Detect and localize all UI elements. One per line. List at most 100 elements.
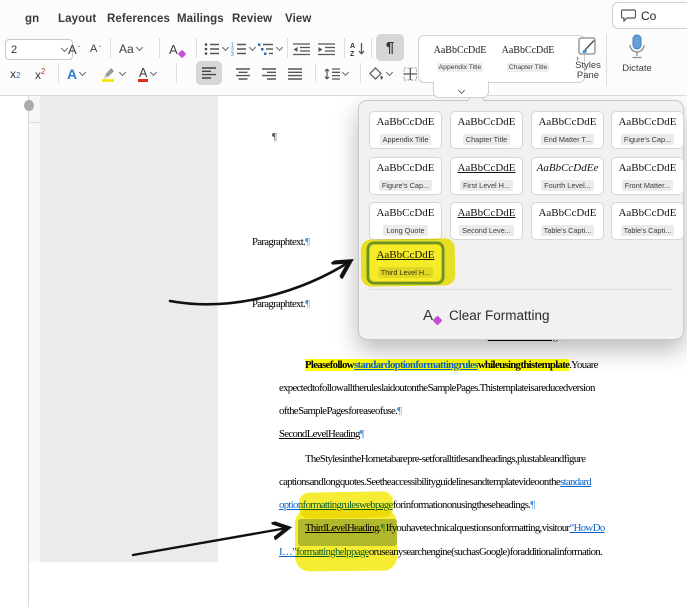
chevron-down-icon — [60, 44, 69, 52]
change-case-button[interactable]: Aa — [119, 38, 143, 60]
dictate-button[interactable]: Dictate — [616, 34, 658, 74]
clear-formatting-label: Clear Formatting — [449, 307, 550, 323]
style-cell-tables-caption-2[interactable]: AaBbCcDdE Table's Capti... — [611, 202, 684, 240]
marker-annotation-doc — [298, 491, 394, 519]
bullets-button[interactable] — [204, 38, 230, 60]
pilcrow-mark: ¶ — [397, 405, 403, 417]
body-line[interactable]: expected to follow all the rules laid ou… — [279, 382, 595, 394]
align-center-icon — [236, 68, 250, 80]
style-cell-front-matter[interactable]: AaBbCcDdE Front Matter... — [611, 157, 684, 195]
style-cell-first-level-heading[interactable]: AaBbCcDdE First Level H... — [450, 157, 523, 195]
body-line[interactable]: captions and long quotes. See the access… — [279, 476, 592, 488]
style-cell-long-quote[interactable]: AaBbCcDdE Long Quote — [369, 202, 442, 240]
style-preview: AaBbCcDdE — [433, 44, 487, 56]
style-cell-fourth-level-heading[interactable]: AaBbCcDdEe Fourth Level... — [531, 157, 604, 195]
shading-button[interactable] — [368, 63, 394, 85]
clear-formatting-button[interactable]: A — [169, 38, 186, 60]
grow-font-button[interactable]: Aˆ — [68, 38, 80, 60]
collapsed-comment-icon[interactable] — [24, 100, 34, 111]
style-cell-figures-caption-2[interactable]: AaBbCcDdE Figure's Cap... — [369, 157, 442, 195]
pilcrow-mark: ¶ — [305, 236, 310, 248]
indent-button[interactable] — [318, 38, 335, 60]
tab-mailings[interactable]: Mailings — [177, 13, 224, 25]
font-size-input[interactable]: 2 — [5, 39, 73, 60]
comments-button[interactable]: Co — [612, 2, 687, 29]
gallery-style-chapter-title[interactable]: AaBbCcDdE Chapter Title — [498, 45, 558, 74]
divider — [159, 38, 160, 58]
word-window: gn Layout References Mailings Review Vie… — [0, 0, 687, 607]
shrink-font-button[interactable]: Aˇ — [90, 38, 101, 60]
font-color-icon: A — [138, 65, 149, 82]
numbered-list-icon: 123 — [231, 42, 247, 56]
line-spacing-button[interactable] — [324, 63, 350, 85]
comments-label: Co — [641, 8, 657, 23]
divider — [606, 34, 607, 86]
divider — [369, 289, 673, 290]
highlight-button[interactable] — [101, 63, 127, 85]
superscript-button[interactable]: x2 — [35, 63, 45, 85]
font-color-button[interactable]: A — [138, 63, 158, 85]
style-cell-figures-caption-1[interactable]: AaBbCcDdE Figure's Cap... — [611, 111, 684, 149]
gallery-style-appendix-title[interactable]: AaBbCcDdE Appendix Title — [430, 45, 490, 74]
body-line[interactable]: Please follow standard option formatting… — [305, 359, 598, 371]
divider — [28, 122, 40, 123]
align-center-button[interactable] — [236, 63, 250, 85]
pilcrow-icon: ¶ — [385, 39, 395, 56]
tab-review[interactable]: Review — [232, 13, 272, 25]
line-spacing-icon — [324, 67, 340, 81]
divider — [196, 38, 197, 58]
link-how-do-i-part1[interactable]: “How Do — [570, 522, 606, 534]
style-cell-appendix-title[interactable]: AaBbCcDdE Appendix Title — [369, 111, 442, 149]
tab-layout[interactable]: Layout — [58, 13, 96, 25]
style-cell-end-matter[interactable]: AaBbCcDdE End Matter T... — [531, 111, 604, 149]
ribbon: gn Layout References Mailings Review Vie… — [0, 0, 687, 98]
align-right-button[interactable] — [262, 63, 276, 85]
styles-gallery: AaBbCcDdE Appendix Title AaBbCcDdE Chapt… — [418, 35, 585, 83]
divider — [371, 38, 372, 58]
second-level-heading[interactable]: Second Level Heading¶ — [279, 428, 365, 440]
align-left-button[interactable] — [196, 61, 222, 85]
gallery-expand-button[interactable] — [433, 81, 489, 98]
paragraph-text-line-2[interactable]: Paragraph text.¶ — [252, 298, 310, 310]
left-margin-strip — [0, 95, 29, 607]
link-standard-webpage-part1[interactable]: standard — [560, 476, 592, 488]
clear-formatting-menu-item[interactable]: A Clear Formatting — [359, 293, 683, 337]
style-cell-chapter-title[interactable]: AaBbCcDdE Chapter Title — [450, 111, 523, 149]
divider — [58, 63, 59, 83]
style-cell-tables-caption-1[interactable]: AaBbCcDdE Table's Capti... — [531, 202, 604, 240]
tab-design-partial[interactable]: gn — [25, 13, 39, 25]
style-label: Chapter Title — [506, 62, 550, 72]
style-preview: AaBbCcDdE — [501, 44, 555, 56]
svg-text:3: 3 — [231, 52, 234, 56]
multilevel-list-button[interactable] — [258, 38, 284, 60]
highlighter-icon — [101, 66, 117, 82]
numbering-button[interactable]: 123 — [231, 38, 257, 60]
subscript-button[interactable]: x2 — [10, 63, 20, 85]
body-line[interactable]: The Styles in the Home tab are pre-set f… — [305, 453, 586, 465]
borders-grid-icon — [403, 67, 418, 81]
text-effects-icon: A — [67, 66, 78, 82]
speech-bubble-icon — [621, 9, 636, 22]
style-cell-second-level-heading[interactable]: AaBbCcDdE Second Leve... — [450, 202, 523, 240]
link-standard-option-formatting-rules[interactable]: standard option formatting rules — [353, 359, 478, 371]
styles-pane-button[interactable]: Styles Pane — [573, 36, 603, 81]
decrease-indent-icon — [293, 42, 310, 56]
marker-annotation-style-cell — [360, 238, 456, 287]
justify-button[interactable] — [288, 63, 302, 85]
outdent-button[interactable] — [293, 38, 310, 60]
clear-formatting-icon: A — [169, 42, 186, 58]
align-left-icon — [202, 67, 216, 79]
pilcrow-mark: ¶ — [530, 499, 536, 511]
show-formatting-button[interactable]: ¶ — [376, 34, 404, 61]
tab-view[interactable]: View — [285, 13, 311, 25]
tab-references[interactable]: References — [107, 13, 170, 25]
clear-formatting-icon: A — [423, 307, 443, 325]
body-line[interactable]: of the Sample Pages for ease of use.¶ — [279, 405, 402, 417]
svg-text:A: A — [350, 43, 355, 50]
sort-button[interactable]: AZ — [350, 38, 367, 60]
svg-text:Z: Z — [350, 51, 355, 57]
multilevel-list-icon — [258, 42, 274, 56]
paragraph-text-line-1[interactable]: Paragraph text.¶ — [252, 236, 310, 248]
text-effects-button[interactable]: A — [67, 63, 87, 85]
chevron-down-icon — [457, 86, 465, 95]
